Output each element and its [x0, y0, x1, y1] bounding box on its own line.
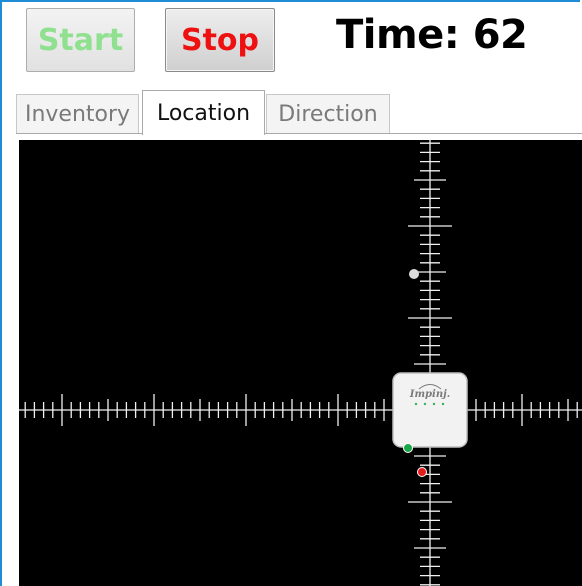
- tag-marker-white[interactable]: [409, 269, 419, 279]
- map-axes: [19, 140, 582, 586]
- tab-location[interactable]: Location: [142, 90, 265, 135]
- stop-button[interactable]: Stop: [165, 8, 275, 72]
- time-readout: Time: 62: [336, 12, 528, 58]
- reader-device: Impinj.: [392, 372, 468, 448]
- start-button[interactable]: Start: [26, 8, 135, 72]
- tab-direction[interactable]: Direction: [266, 94, 390, 134]
- map-canvas: Impinj.: [19, 140, 582, 586]
- tag-marker-red[interactable]: [417, 467, 427, 477]
- tab-inventory[interactable]: Inventory: [16, 94, 139, 134]
- location-map[interactable]: Impinj.: [19, 140, 582, 586]
- tag-marker-green[interactable]: [403, 443, 413, 453]
- reader-brand-logo: Impinj.: [409, 389, 450, 400]
